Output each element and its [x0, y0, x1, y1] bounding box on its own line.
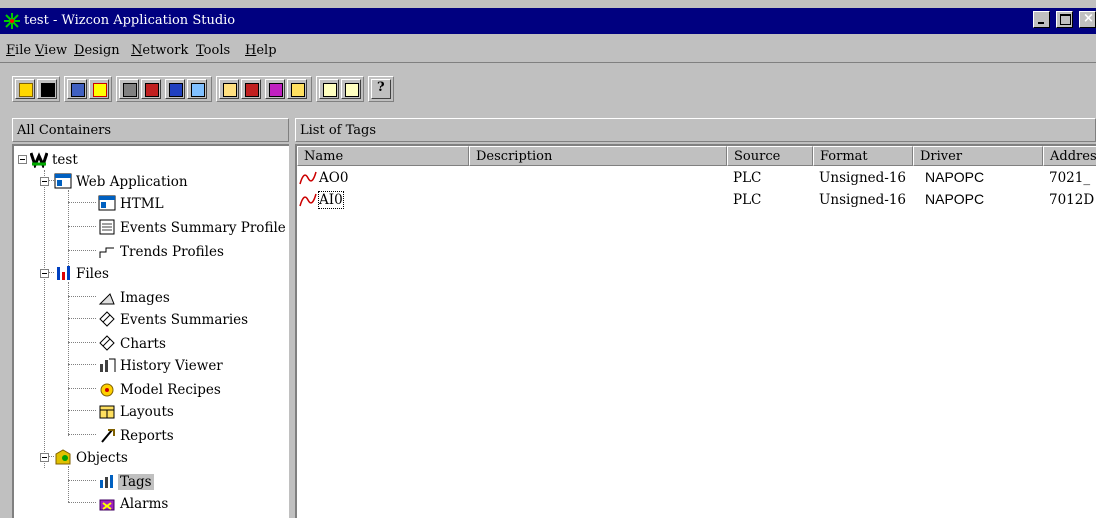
toolbar-button-8[interactable] [241, 79, 261, 99]
disk-icon [41, 83, 55, 97]
column-header-description[interactable]: Description [469, 146, 727, 166]
image-icon [223, 83, 237, 97]
window-title: test - Wizcon Application Studio [24, 13, 236, 28]
charts-icon [98, 334, 116, 352]
history-viewer-icon [98, 356, 116, 374]
containers-header: All Containers [12, 118, 289, 142]
menu-tools[interactable]: Tools [196, 43, 230, 58]
menu-file[interactable]: File [6, 43, 31, 58]
collapse-icon[interactable] [40, 269, 49, 278]
tag-name: AI0 [318, 191, 344, 209]
document-icon [345, 83, 359, 97]
menu-view[interactable]: View [35, 43, 67, 58]
tags-pane: List of Tags Name Description Source For… [295, 118, 1096, 518]
tag-source: PLC [733, 170, 762, 186]
toolbar-group-3 [116, 76, 212, 102]
chart-icon [169, 83, 183, 97]
trends-profiles-icon [98, 242, 116, 260]
wand-icon [291, 83, 305, 97]
collapse-icon[interactable] [40, 177, 49, 186]
tag-address: 7021_ [1049, 170, 1091, 186]
tags-list-header: List of Tags [295, 118, 1096, 142]
history-button[interactable] [67, 79, 87, 99]
toolbar-group-2 [64, 76, 112, 102]
question-icon: ? [377, 80, 385, 95]
warning-icon [93, 83, 107, 97]
toolbar-button-9[interactable] [265, 79, 285, 99]
speaker-icon [145, 83, 159, 97]
table-row[interactable]: AO0 PLC Unsigned-16 NAPOPC 7021_ [297, 168, 1096, 188]
layouts-icon [98, 402, 116, 420]
images-icon [98, 288, 116, 306]
save-button[interactable] [37, 79, 57, 99]
toolbar-group-4 [216, 76, 312, 102]
tag-driver: NAPOPC [925, 191, 985, 207]
menu-help[interactable]: Help [245, 43, 277, 58]
app-icon [4, 13, 20, 29]
column-header-source[interactable]: Source [727, 146, 813, 166]
monitor-icon [191, 83, 205, 97]
containers-pane: All Containers test Web Application HTML… [12, 118, 289, 518]
column-header-driver[interactable]: Driver [913, 146, 1043, 166]
title-bar[interactable]: test - Wizcon Application Studio × [0, 8, 1096, 34]
toolbar-button-10[interactable] [287, 79, 307, 99]
toolbar-button-4[interactable] [141, 79, 161, 99]
toolbar-button-11[interactable] [319, 79, 339, 99]
speaker-icon [245, 83, 259, 97]
collapse-icon[interactable] [40, 453, 49, 462]
events-summary-profile-icon [98, 218, 116, 236]
maximize-button[interactable] [1055, 11, 1073, 28]
column-header-format[interactable]: Format [813, 146, 913, 166]
open-button[interactable] [15, 79, 35, 99]
minimize-button[interactable] [1032, 11, 1050, 28]
toolbar-button-5[interactable] [165, 79, 185, 99]
table-row[interactable]: AI0 PLC Unsigned-16 NAPOPC 7012D [297, 190, 1096, 210]
files-icon [54, 264, 72, 282]
events-summaries-icon [98, 310, 116, 328]
tags-icon [98, 472, 116, 490]
toolbar-button-6[interactable] [187, 79, 207, 99]
container-tree[interactable]: test Web Application HTML Events Summary… [12, 144, 289, 518]
tag-driver: NAPOPC [925, 169, 985, 185]
scroll-icon [323, 83, 337, 97]
toolbar-button-12[interactable] [341, 79, 361, 99]
close-button[interactable]: × [1079, 11, 1096, 28]
model-recipes-icon [98, 380, 116, 398]
menu-network[interactable]: Network [131, 43, 188, 58]
web-application-icon [54, 172, 72, 190]
objects-icon [54, 448, 72, 466]
column-header-address[interactable]: Address [1043, 146, 1096, 166]
toolbar-button-7[interactable] [219, 79, 239, 99]
list-icon [123, 83, 137, 97]
collapse-icon[interactable] [18, 155, 27, 164]
reports-icon [98, 426, 116, 444]
book-icon [71, 83, 85, 97]
folder-icon [19, 83, 33, 97]
tag-address: 7012D [1049, 192, 1095, 208]
toolbar-group-file [12, 76, 60, 102]
wizcon-icon [29, 150, 49, 170]
html-icon [98, 194, 116, 212]
tag-format: Unsigned-16 [819, 170, 907, 186]
toolbar-group-6: ? [368, 76, 394, 102]
toolbar: ? [12, 66, 1096, 102]
tag-format: Unsigned-16 [819, 192, 907, 208]
bar-chart-icon [269, 83, 283, 97]
alarms-icon [98, 494, 116, 512]
tag-icon [299, 192, 319, 212]
tag-icon [299, 170, 319, 190]
tag-source: PLC [733, 192, 762, 208]
tag-name: AO0 [319, 170, 349, 186]
menu-bar: File View Design Network Tools Help [0, 38, 1096, 63]
alarm-button[interactable] [89, 79, 109, 99]
tags-list[interactable]: Name Description Source Format Driver Ad… [295, 144, 1096, 518]
column-header-name[interactable]: Name [297, 146, 469, 166]
toolbar-group-5 [316, 76, 364, 102]
help-button[interactable]: ? [371, 79, 391, 99]
menu-design[interactable]: Design [74, 43, 120, 58]
toolbar-button-3[interactable] [119, 79, 139, 99]
